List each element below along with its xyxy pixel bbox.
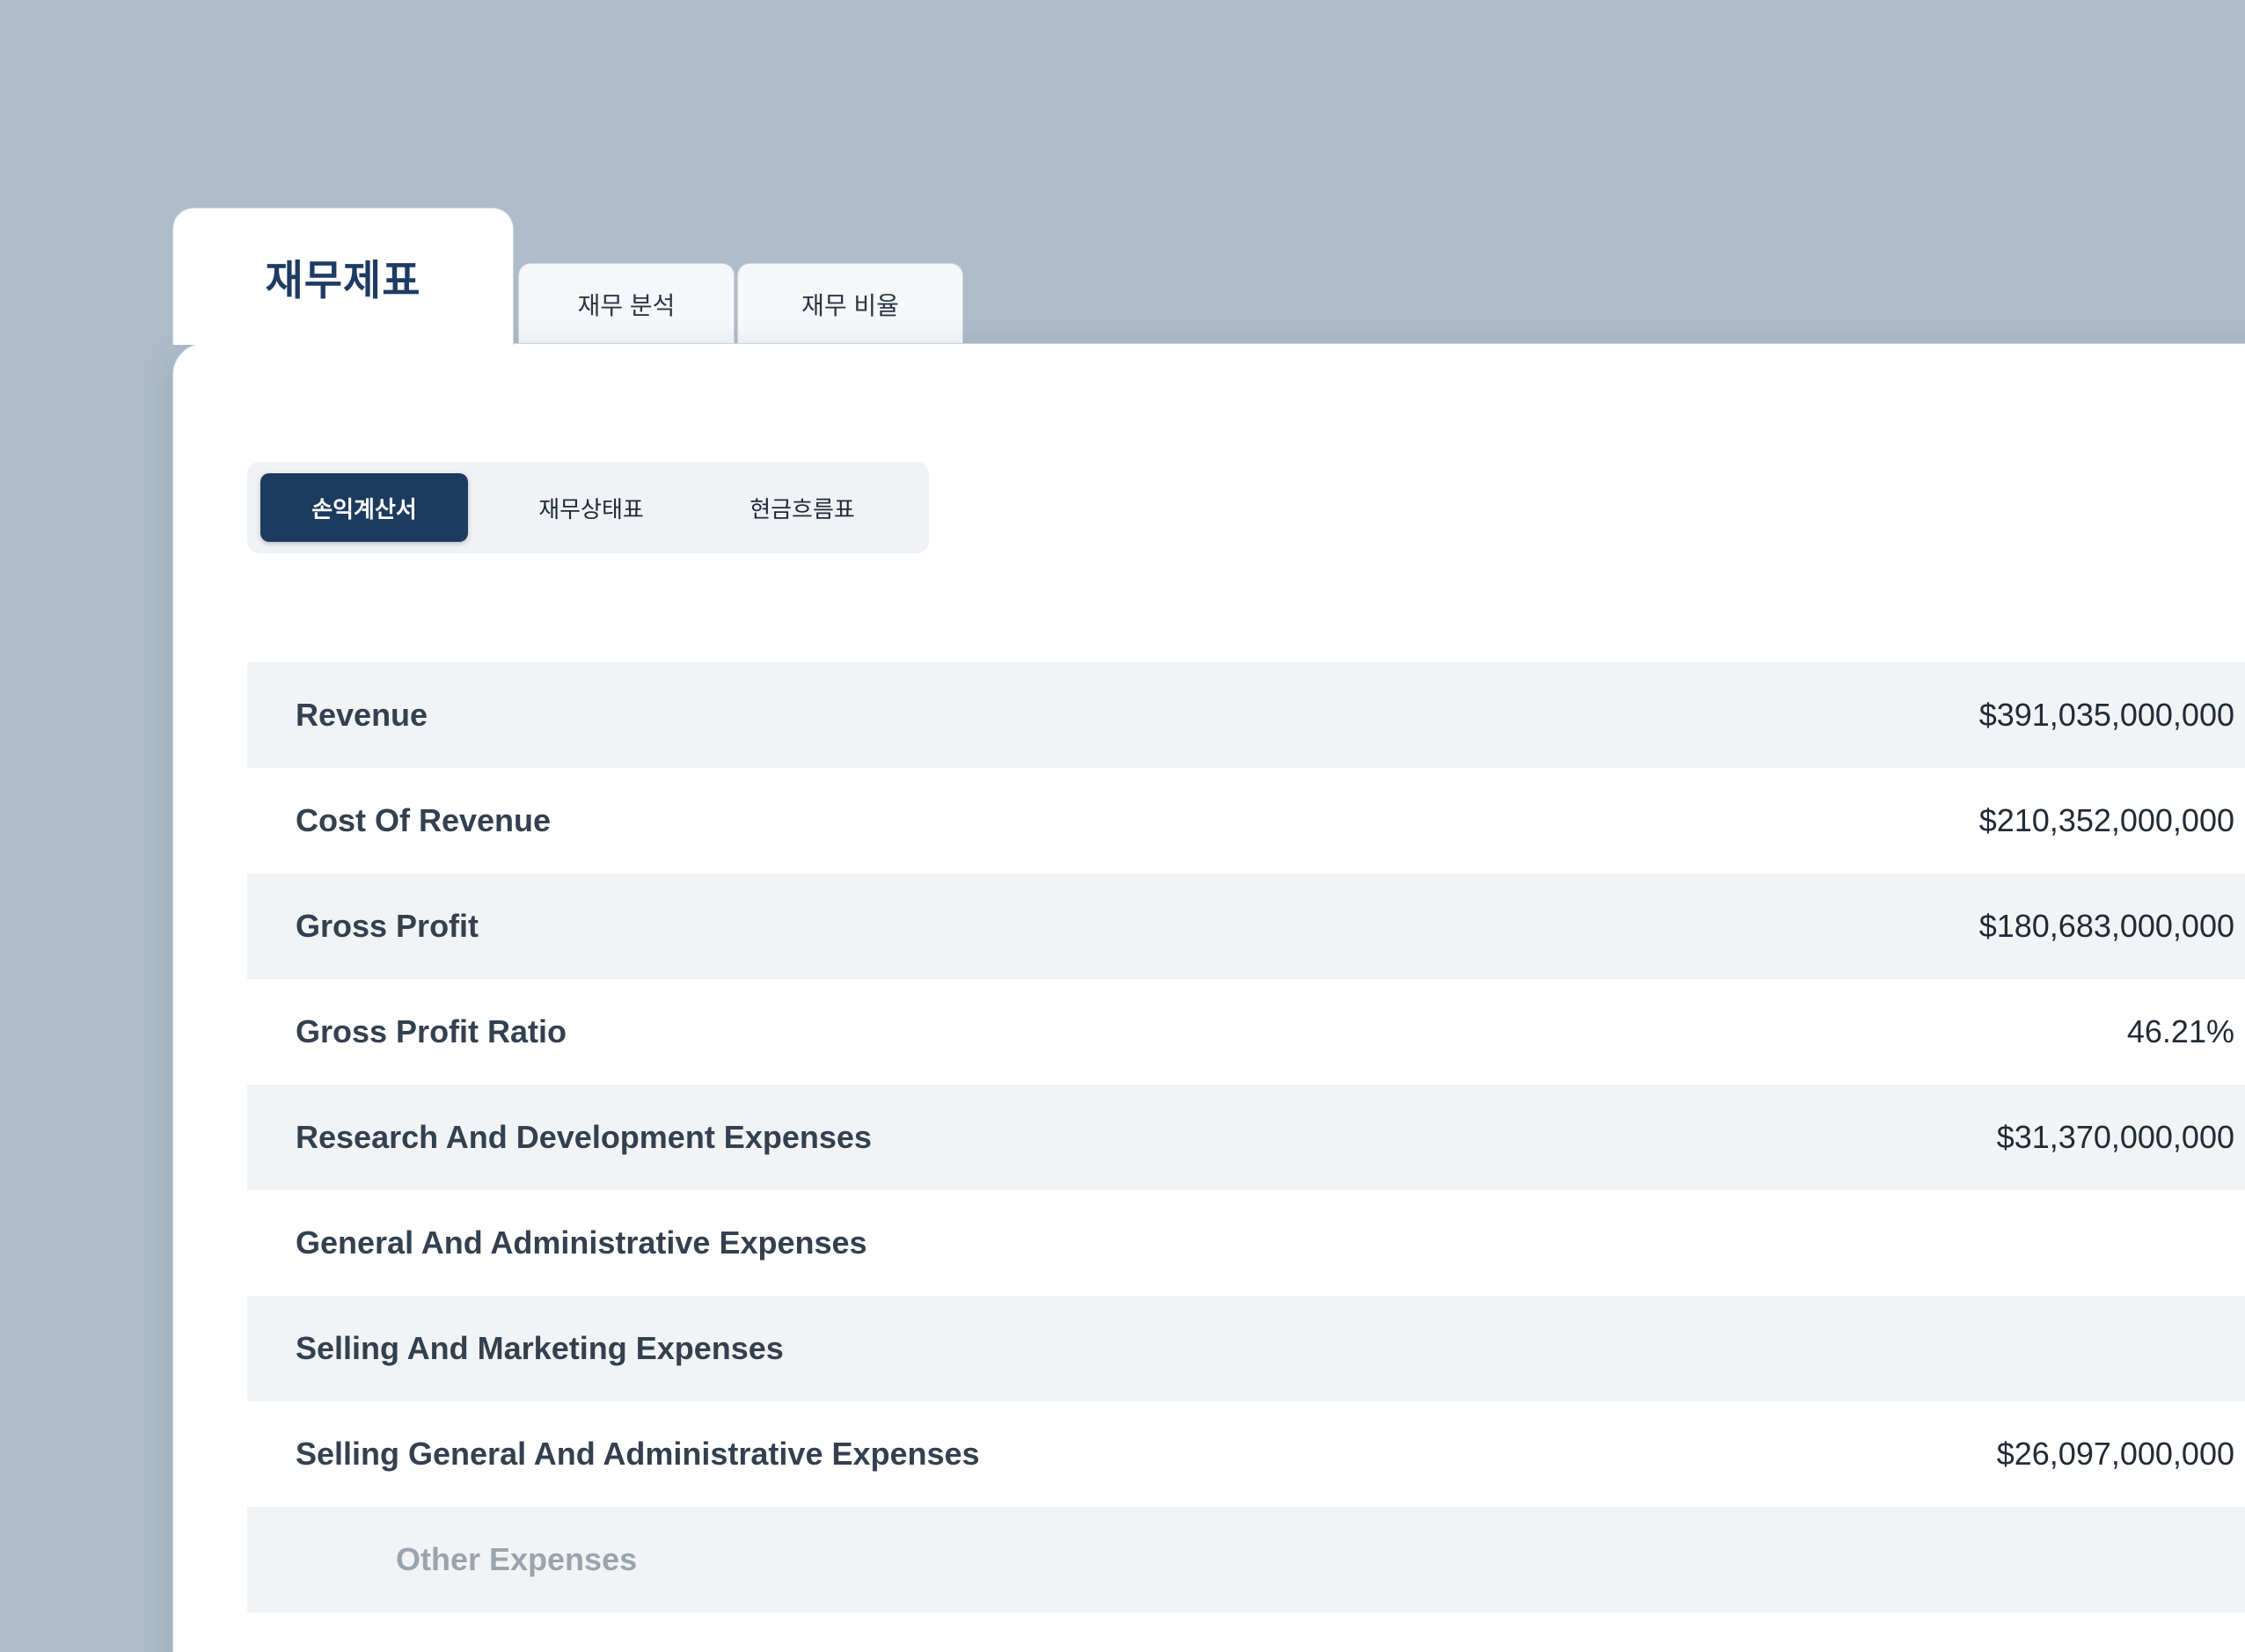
tab-financial-analysis-label: 재무 분석 — [578, 287, 676, 322]
row-label: Selling General And Administrative Expen… — [296, 1436, 980, 1473]
table-row-gross-profit: Gross Profit $180,683,000,000 — [247, 874, 2245, 979]
tab-financial-statements-label: 재무제표 — [266, 246, 421, 307]
tab-balance-sheet[interactable]: 재무상태표 — [503, 473, 679, 542]
row-label: Selling And Marketing Expenses — [296, 1330, 784, 1367]
income-statement-table: Revenue $391,035,000,000 Cost Of Revenue… — [247, 662, 2245, 1652]
table-row-revenue: Revenue $391,035,000,000 — [247, 662, 2245, 768]
row-value: $210,352,000,000 — [1979, 802, 2234, 839]
row-value: $26,097,000,000 — [1997, 1436, 2234, 1473]
statement-type-switcher: 손익계산서 재무상태표 현금흐름표 — [247, 462, 929, 553]
tab-financial-analysis[interactable]: 재무 분석 — [518, 263, 735, 344]
financial-statements-panel: 손익계산서 재무상태표 현금흐름표 Revenue $391,035,000,0… — [172, 343, 2245, 1652]
row-label: Operating Expenses — [296, 1647, 602, 1652]
tab-income-statement[interactable]: 손익계산서 — [260, 473, 468, 542]
row-label: Revenue — [296, 697, 428, 734]
tab-financial-statements[interactable]: 재무제표 — [172, 208, 514, 345]
row-value: $180,683,000,000 — [1979, 908, 2234, 945]
row-label: Gross Profit — [296, 908, 479, 945]
row-label: General And Administrative Expenses — [296, 1224, 867, 1261]
row-label: Cost Of Revenue — [296, 802, 551, 839]
table-row-rnd-expenses: Research And Development Expenses $31,37… — [247, 1085, 2245, 1190]
table-row-general-admin-expenses: General And Administrative Expenses — [247, 1190, 2245, 1296]
tab-cash-flow-statement[interactable]: 현금흐름표 — [714, 473, 890, 542]
row-label: Gross Profit Ratio — [296, 1013, 567, 1050]
tab-financial-ratios[interactable]: 재무 비율 — [737, 263, 963, 344]
tab-financial-ratios-label: 재무 비율 — [801, 287, 899, 322]
row-label: Research And Development Expenses — [296, 1119, 872, 1156]
row-value: $57,467,000,000 — [1997, 1647, 2234, 1652]
row-value: $391,035,000,000 — [1979, 697, 2234, 734]
table-row-other-expenses: Other Expenses — [247, 1507, 2245, 1612]
row-label: Other Expenses — [396, 1541, 637, 1578]
table-row-operating-expenses: Operating Expenses $57,467,000,000 — [247, 1612, 2245, 1652]
table-row-cost-of-revenue: Cost Of Revenue $210,352,000,000 — [247, 768, 2245, 874]
row-value: $31,370,000,000 — [1997, 1119, 2234, 1156]
row-value: 46.21% — [2127, 1013, 2234, 1050]
table-row-selling-marketing-expenses: Selling And Marketing Expenses — [247, 1296, 2245, 1401]
table-row-gross-profit-ratio: Gross Profit Ratio 46.21% — [247, 979, 2245, 1085]
table-row-sgna-expenses: Selling General And Administrative Expen… — [247, 1401, 2245, 1507]
